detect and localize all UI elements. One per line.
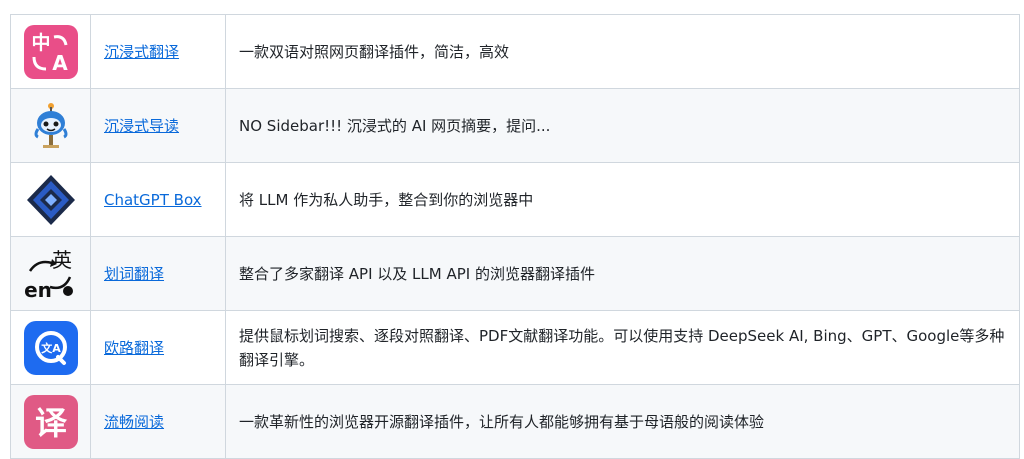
svg-text:中: 中 <box>31 31 50 54</box>
immersive-translate-icon: 中 A <box>23 24 78 79</box>
table-row: 文A 欧路翻译 提供鼠标划词搜索、逐段对照翻译、PDF文献翻译功能。可以使用支持… <box>10 310 1020 385</box>
table-row: 沉浸式导读 NO Sidebar!!! 沉浸式的 AI 网页摘要，提问... <box>10 88 1020 163</box>
immersive-reader-icon <box>24 99 78 153</box>
extensions-table: 中 A 沉浸式翻译 一款双语对照网页翻译插件，简洁，高效 沉浸式导读 NO Si… <box>10 14 1020 459</box>
fluent-read-icon: 译 <box>23 394 78 449</box>
icon-cell <box>10 162 91 237</box>
extension-link[interactable]: 划词翻译 <box>104 265 164 283</box>
description-cell: 整合了多家翻译 API 以及 LLM API 的浏览器翻译插件 <box>225 236 1020 311</box>
extension-link[interactable]: 沉浸式导读 <box>104 117 179 135</box>
icon-cell: 中 A <box>10 14 91 89</box>
name-cell: 划词翻译 <box>90 236 226 311</box>
description-cell: 将 LLM 作为私人助手，整合到你的浏览器中 <box>225 162 1020 237</box>
description-cell: 一款革新性的浏览器开源翻译插件，让所有人都能够拥有基于母语般的阅读体验 <box>225 384 1020 459</box>
icon-cell: 译 <box>10 384 91 459</box>
description-cell: 提供鼠标划词搜索、逐段对照翻译、PDF文献翻译功能。可以使用支持 DeepSee… <box>225 310 1020 385</box>
name-cell: 欧路翻译 <box>90 310 226 385</box>
word-translate-icon: 英 en <box>24 247 78 301</box>
name-cell: ChatGPT Box <box>90 162 226 237</box>
icon-cell <box>10 88 91 163</box>
extension-link[interactable]: 沉浸式翻译 <box>104 43 179 61</box>
name-cell: 沉浸式翻译 <box>90 14 226 89</box>
table-row: 中 A 沉浸式翻译 一款双语对照网页翻译插件，简洁，高效 <box>10 14 1020 89</box>
description-cell: 一款双语对照网页翻译插件，简洁，高效 <box>225 14 1020 89</box>
extension-link[interactable]: ChatGPT Box <box>104 191 202 209</box>
name-cell: 沉浸式导读 <box>90 88 226 163</box>
description-cell: NO Sidebar!!! 沉浸式的 AI 网页摘要，提问... <box>225 88 1020 163</box>
name-cell: 流畅阅读 <box>90 384 226 459</box>
table-row: ChatGPT Box 将 LLM 作为私人助手，整合到你的浏览器中 <box>10 162 1020 237</box>
icon-cell: 英 en <box>10 236 91 311</box>
svg-text:en: en <box>24 278 52 301</box>
extension-link[interactable]: 欧路翻译 <box>104 339 164 357</box>
ouludict-translate-icon: 文A <box>23 320 78 375</box>
svg-text:英: 英 <box>52 248 72 272</box>
table-row: 英 en 划词翻译 整合了多家翻译 API 以及 LLM API 的浏览器翻译插… <box>10 236 1020 311</box>
svg-text:A: A <box>52 51 68 75</box>
table-row: 译 流畅阅读 一款革新性的浏览器开源翻译插件，让所有人都能够拥有基于母语般的阅读… <box>10 384 1020 459</box>
extension-link[interactable]: 流畅阅读 <box>104 413 164 431</box>
icon-cell: 文A <box>10 310 91 385</box>
svg-text:译: 译 <box>34 404 67 442</box>
chatgpt-box-icon <box>24 173 78 227</box>
svg-text:文A: 文A <box>41 341 61 355</box>
